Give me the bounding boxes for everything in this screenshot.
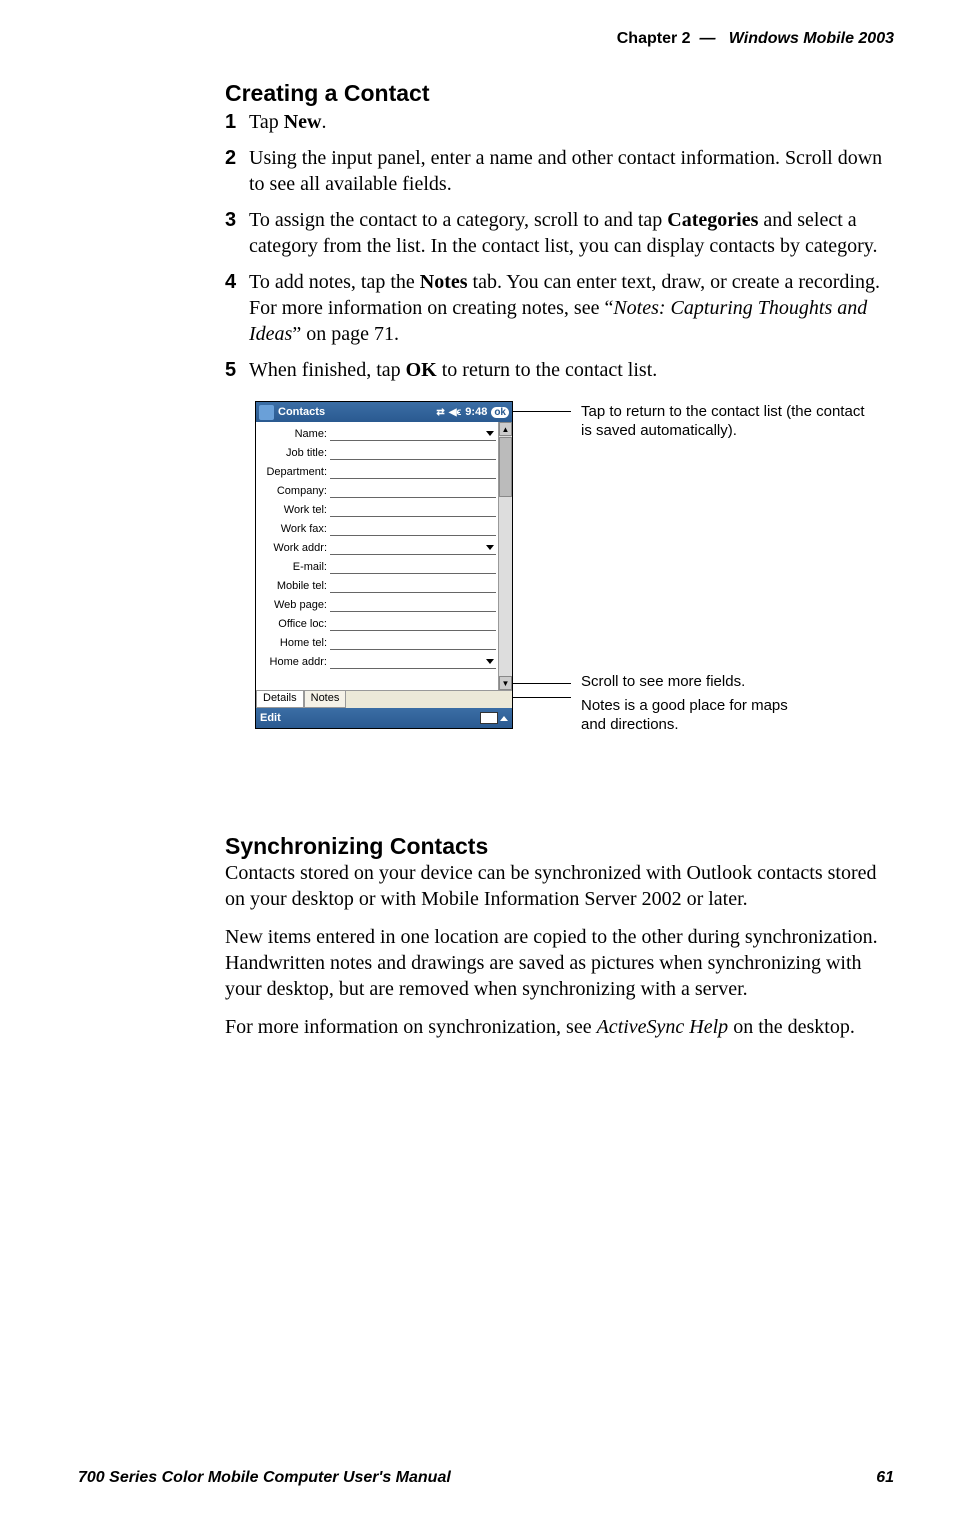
step-item: 4To add notes, tap the Notes tab. You ca… <box>225 269 895 347</box>
field-row: Work fax: <box>258 519 496 538</box>
field-label: Home tel: <box>258 637 330 649</box>
app-title: Contacts <box>278 406 325 418</box>
step-number: 5 <box>225 357 247 383</box>
text-input[interactable] <box>330 522 496 536</box>
tab-details[interactable]: Details <box>256 691 304 708</box>
field-label: Web page: <box>258 599 330 611</box>
field-label: E-mail: <box>258 561 330 573</box>
speaker-icon[interactable]: ◀ϵ <box>449 407 461 418</box>
text-input[interactable] <box>330 598 496 612</box>
chapter-label: Chapter 2 <box>617 30 691 47</box>
field-label: Work tel: <box>258 504 330 516</box>
field-row: Company: <box>258 481 496 500</box>
footer-manual-title: 700 Series Color Mobile Computer User's … <box>78 1469 451 1487</box>
scroll-down-arrow[interactable]: ▼ <box>499 676 512 690</box>
field-row: Home tel: <box>258 633 496 652</box>
text-input[interactable] <box>330 503 496 517</box>
field-row: Office loc: <box>258 614 496 633</box>
scroll-track[interactable] <box>499 497 512 676</box>
page-content: Creating a Contact 1Tap New.2Using the i… <box>225 80 895 1052</box>
edit-menu[interactable]: Edit <box>260 712 281 724</box>
field-label: Company: <box>258 485 330 497</box>
scrollbar[interactable]: ▲ ▼ <box>498 422 512 690</box>
field-row: Work addr: <box>258 538 496 557</box>
field-row: Name: <box>258 424 496 443</box>
step-text: To add notes, tap the Notes tab. You can… <box>249 269 895 347</box>
step-item: 1Tap New. <box>225 109 895 135</box>
field-label: Home addr: <box>258 656 330 668</box>
field-row: Department: <box>258 462 496 481</box>
annot-line-3 <box>513 697 571 698</box>
field-label: Mobile tel: <box>258 580 330 592</box>
form-body: Name: Job title: Department: Company: Work t… <box>256 422 512 690</box>
step-item: 3To assign the contact to a category, sc… <box>225 207 895 259</box>
step-number: 4 <box>225 269 247 347</box>
page-header: Chapter 2 — Windows Mobile 2003 <box>617 30 894 48</box>
field-label: Work addr: <box>258 542 330 554</box>
annotation-notes: Notes is a good place for maps and direc… <box>581 697 801 735</box>
tabs: Details Notes <box>256 690 512 708</box>
device-screenshot: Contacts ⇄ ◀ϵ 9:48 ok Name: Job title: Dep… <box>255 401 513 729</box>
sync-paragraph: New items entered in one location are co… <box>225 924 895 1002</box>
step-text: Using the input panel, enter a name and … <box>249 145 895 197</box>
step-item: 2Using the input panel, enter a name and… <box>225 145 895 197</box>
annot-line-1 <box>513 411 571 412</box>
text-input[interactable] <box>330 636 496 650</box>
device-titlebar: Contacts ⇄ ◀ϵ 9:48 ok <box>256 402 512 422</box>
text-input[interactable] <box>330 446 496 460</box>
text-input[interactable] <box>330 617 496 631</box>
device-bottombar: Edit <box>256 708 512 728</box>
sync-paragraph: For more information on synchronization,… <box>225 1014 895 1040</box>
input-selector-icon[interactable] <box>500 716 508 721</box>
dropdown-input[interactable] <box>330 541 496 555</box>
figure-block: Contacts ⇄ ◀ϵ 9:48 ok Name: Job title: Dep… <box>255 401 875 801</box>
field-label: Work fax: <box>258 523 330 535</box>
windows-icon[interactable] <box>259 405 274 420</box>
field-row: Web page: <box>258 595 496 614</box>
field-label: Job title: <box>258 447 330 459</box>
field-row: Home addr: <box>258 652 496 671</box>
step-number: 2 <box>225 145 247 197</box>
section-title-creating: Creating a Contact <box>225 80 895 107</box>
scroll-thumb[interactable] <box>499 437 512 497</box>
step-text: When finished, tap OK to return to the c… <box>249 357 895 383</box>
sync-section: Synchronizing Contacts Contacts stored o… <box>225 833 895 1040</box>
section-title-sync: Synchronizing Contacts <box>225 833 895 860</box>
field-row: Job title: <box>258 443 496 462</box>
annot-line-2 <box>513 683 571 684</box>
ok-button[interactable]: ok <box>491 407 509 418</box>
field-label: Department: <box>258 466 330 478</box>
field-label: Name: <box>258 428 330 440</box>
annotation-scroll: Scroll to see more fields. <box>581 673 841 692</box>
field-row: Work tel: <box>258 500 496 519</box>
step-item: 5When finished, tap OK to return to the … <box>225 357 895 383</box>
annotation-ok: Tap to return to the contact list (the c… <box>581 403 871 441</box>
step-number: 3 <box>225 207 247 259</box>
dropdown-input[interactable] <box>330 427 496 441</box>
steps-list: 1Tap New.2Using the input panel, enter a… <box>225 109 895 383</box>
text-input[interactable] <box>330 484 496 498</box>
dropdown-input[interactable] <box>330 655 496 669</box>
text-input[interactable] <box>330 579 496 593</box>
step-text: To assign the contact to a category, scr… <box>249 207 895 259</box>
keyboard-icon[interactable] <box>480 712 498 724</box>
text-input[interactable] <box>330 465 496 479</box>
field-row: E-mail: <box>258 557 496 576</box>
clock-text: 9:48 <box>465 406 487 418</box>
sync-paragraph: Contacts stored on your device can be sy… <box>225 860 895 912</box>
footer-page-number: 61 <box>876 1469 894 1487</box>
field-label: Office loc: <box>258 618 330 630</box>
fields-area: Name: Job title: Department: Company: Work t… <box>256 422 498 690</box>
text-input[interactable] <box>330 560 496 574</box>
step-number: 1 <box>225 109 247 135</box>
book-title: Windows Mobile 2003 <box>729 30 894 47</box>
field-row: Mobile tel: <box>258 576 496 595</box>
connectivity-icon[interactable]: ⇄ <box>436 407 444 418</box>
scroll-up-arrow[interactable]: ▲ <box>499 422 512 436</box>
dash: — <box>699 30 715 47</box>
step-text: Tap New. <box>249 109 895 135</box>
tab-notes[interactable]: Notes <box>304 691 347 708</box>
